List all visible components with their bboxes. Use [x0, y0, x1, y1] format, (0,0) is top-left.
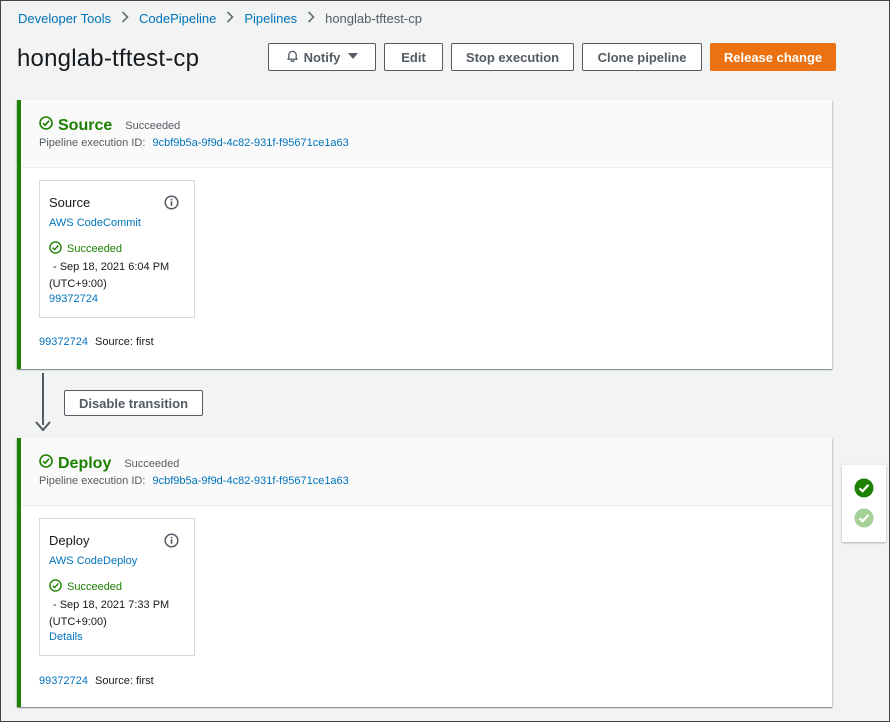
breadcrumb: Developer Tools CodePipeline Pipelines h…	[18, 11, 422, 26]
breadcrumb-developer-tools[interactable]: Developer Tools	[18, 11, 111, 26]
caret-down-icon	[348, 51, 359, 63]
edit-button[interactable]: Edit	[384, 43, 443, 71]
stage-title: Source Succeeded	[39, 116, 180, 135]
stage-title: Deploy Succeeded	[39, 454, 179, 473]
stage-name: Deploy	[58, 454, 112, 472]
action-status-text: Succeeded	[67, 581, 123, 593]
commit-message: Source: first	[95, 336, 154, 348]
stage-source: Source Succeeded Pipeline execution ID: …	[17, 100, 832, 369]
commit-link[interactable]: 99372724	[39, 336, 88, 348]
stage-header: Deploy Succeeded Pipeline execution ID: …	[21, 438, 832, 506]
stage-deploy: Deploy Succeeded Pipeline execution ID: …	[17, 438, 832, 707]
action-provider-link[interactable]: AWS CodeDeploy	[49, 555, 137, 567]
disable-transition-button[interactable]: Disable transition	[64, 390, 203, 416]
action-time-zone: (UTC+9:00)	[49, 278, 107, 290]
bell-icon	[286, 49, 299, 65]
arrow-down-icon	[35, 419, 51, 438]
clone-pipeline-button[interactable]: Clone pipeline	[582, 43, 702, 71]
commit-message: Source: first	[95, 675, 154, 687]
action-time: - Sep 18, 2021 7:33 PM (UTC+9:00)	[49, 597, 169, 631]
execution-id-link[interactable]: 9cbf9b5a-9f9d-4c82-931f-f95671ce1a63	[152, 475, 348, 487]
action-time-zone: (UTC+9:00)	[49, 616, 107, 628]
transition-arrow-line	[42, 373, 44, 425]
release-change-button[interactable]: Release change	[710, 43, 836, 71]
stage-name: Source	[58, 116, 113, 134]
stage-footer: 99372724 Source: first	[39, 675, 154, 687]
commit-link[interactable]: 99372724	[39, 675, 88, 687]
action-time-date: - Sep 18, 2021 6:04 PM	[53, 261, 170, 273]
check-circle-icon	[39, 116, 53, 135]
breadcrumb-codepipeline[interactable]: CodePipeline	[139, 11, 216, 26]
action-status: Succeeded	[49, 579, 122, 595]
page-title: honglab-tftest-cp	[17, 45, 200, 72]
execution-id-link[interactable]: 9cbf9b5a-9f9d-4c82-931f-f95671ce1a63	[152, 137, 348, 149]
chevron-right-icon	[307, 11, 315, 26]
execution-id-label: Pipeline execution ID:	[39, 137, 146, 149]
action-title: Source	[49, 195, 91, 210]
notify-button[interactable]: Notify	[268, 43, 376, 71]
notify-label: Notify	[303, 49, 341, 65]
action-time: - Sep 18, 2021 6:04 PM (UTC+9:00)	[49, 259, 169, 293]
stage-header: Source Succeeded Pipeline execution ID: …	[21, 100, 832, 168]
check-circle-icon	[49, 579, 62, 595]
execution-id-label: Pipeline execution ID:	[39, 475, 146, 487]
action-time-date: - Sep 18, 2021 7:33 PM	[53, 599, 170, 611]
action-provider-link[interactable]: AWS CodeCommit	[49, 217, 141, 229]
action-card-deploy: Deploy AWS CodeDeploy Succeeded - Sep 18…	[39, 518, 195, 656]
action-details-link[interactable]: Details	[49, 631, 83, 643]
stop-execution-button[interactable]: Stop execution	[451, 43, 574, 71]
check-circle-icon	[39, 454, 53, 473]
stage-mini-nav	[842, 465, 886, 542]
stage-nav-deploy-icon[interactable]	[854, 508, 874, 528]
stage-status: Succeeded	[125, 119, 181, 132]
action-card-source: Source AWS CodeCommit Succeeded - Sep 18…	[39, 180, 195, 318]
stage-nav-source-icon[interactable]	[854, 478, 874, 498]
chevron-right-icon	[121, 11, 129, 26]
stage-status: Succeeded	[124, 457, 180, 470]
execution-id: Pipeline execution ID: 9cbf9b5a-9f9d-4c8…	[39, 137, 349, 149]
check-circle-icon	[49, 241, 62, 257]
chevron-right-icon	[226, 11, 234, 26]
info-icon[interactable]	[164, 195, 179, 215]
breadcrumb-pipelines[interactable]: Pipelines	[244, 11, 297, 26]
action-commit-link[interactable]: 99372724	[49, 293, 98, 305]
action-status: Succeeded	[49, 241, 122, 257]
action-title: Deploy	[49, 533, 90, 548]
info-icon[interactable]	[164, 533, 179, 553]
stage-footer: 99372724 Source: first	[39, 336, 154, 348]
execution-id: Pipeline execution ID: 9cbf9b5a-9f9d-4c8…	[39, 475, 349, 487]
action-status-text: Succeeded	[67, 243, 123, 255]
breadcrumb-current: honglab-tftest-cp	[325, 11, 422, 26]
